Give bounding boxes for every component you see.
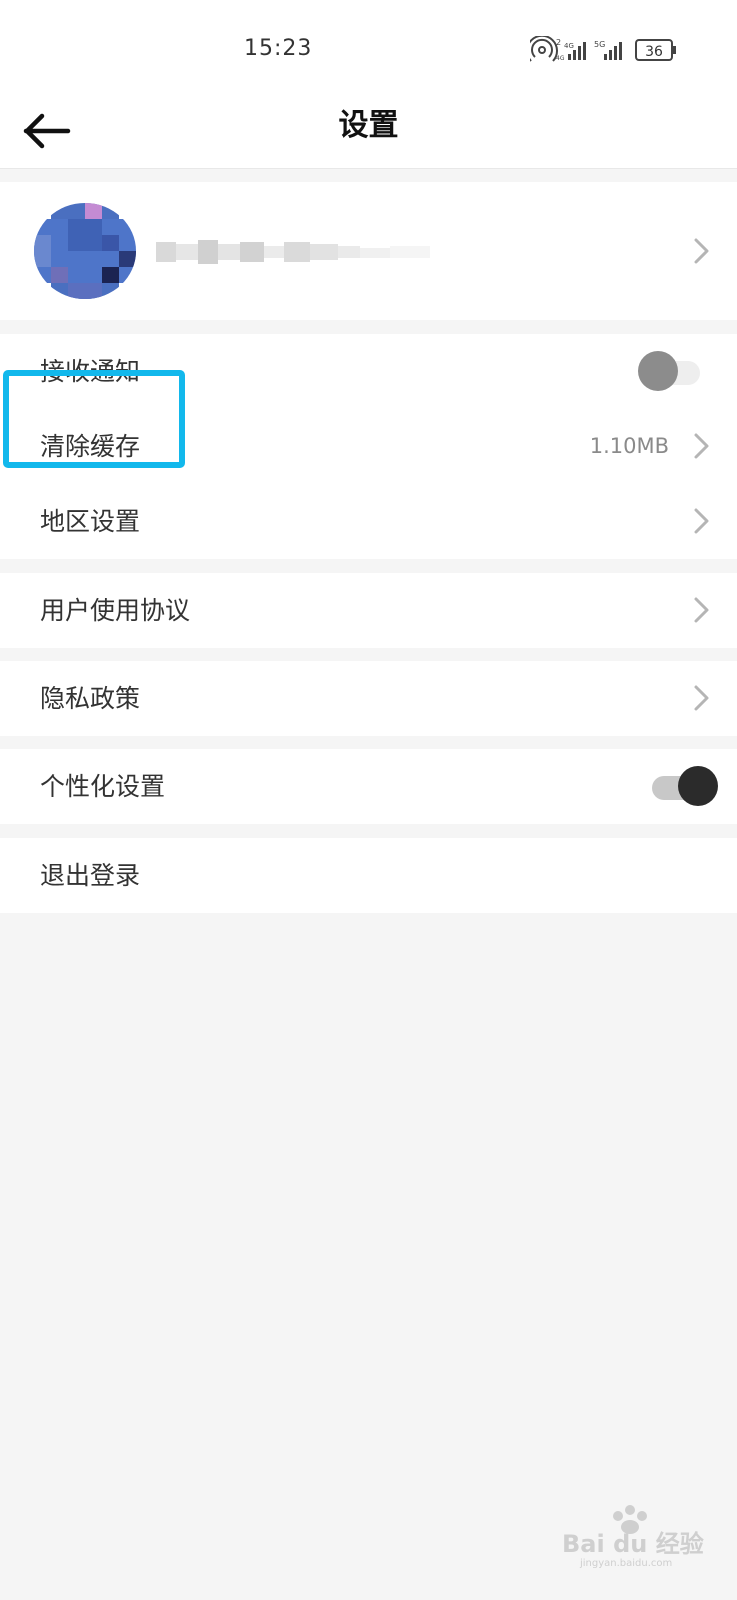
privacy-policy-row[interactable]: 隐私政策: [0, 661, 737, 736]
status-bar: 15:23 2 4G 4G 5G 36: [0, 0, 737, 96]
chevron-right-icon: [694, 238, 709, 264]
clear-cache-row[interactable]: 清除缓存 1.10MB: [0, 409, 737, 484]
user-agreement-label: 用户使用协议: [40, 596, 191, 625]
receive-notifications-toggle[interactable]: [632, 350, 706, 394]
personalization-row: 个性化设置: [0, 749, 737, 824]
personalization-label: 个性化设置: [40, 772, 166, 801]
sim2-network-label: 5G: [594, 40, 605, 49]
receive-notifications-label: 接收通知: [40, 357, 141, 386]
logout-label: 退出登录: [40, 861, 141, 890]
receive-notifications-row: 接收通知: [0, 334, 737, 409]
chevron-right-icon: [694, 685, 709, 711]
watermark-url: jingyan.baidu.com: [579, 1558, 672, 1569]
watermark-brand: Bai du 经验: [562, 1530, 704, 1558]
profile-card[interactable]: [0, 182, 737, 320]
settings-group-privacy: 隐私政策: [0, 661, 737, 736]
sim1-network-label: 2: [556, 38, 561, 47]
region-settings-row[interactable]: 地区设置: [0, 484, 737, 559]
settings-group-agreement: 用户使用协议: [0, 573, 737, 648]
chevron-right-icon: [694, 433, 709, 459]
sim1-network-label: 4G: [556, 55, 565, 62]
baidu-jingyan-watermark: Bai du 经验 jingyan.baidu.com: [562, 1505, 704, 1569]
page-title: 设置: [338, 108, 399, 143]
blurred-username: [156, 240, 430, 264]
signal-icon: [604, 42, 622, 60]
personalization-toggle[interactable]: [648, 765, 722, 809]
chevron-right-icon: [694, 508, 709, 534]
battery-level: 36: [645, 44, 663, 60]
sim1-network-label: 4G: [564, 42, 574, 50]
status-icons: 2 4G 4G 5G 36: [530, 36, 676, 62]
settings-group-logout: 退出登录: [0, 838, 737, 913]
hotspot-icon: [530, 36, 558, 62]
status-time: 15:23: [244, 36, 313, 61]
logout-row[interactable]: 退出登录: [0, 838, 737, 913]
chevron-right-icon: [694, 597, 709, 623]
cache-size-value: 1.10MB: [589, 434, 669, 458]
battery-icon: 36: [635, 39, 676, 61]
region-settings-label: 地区设置: [40, 507, 141, 536]
clear-cache-label: 清除缓存: [40, 432, 141, 461]
top-bar: 设置: [0, 96, 737, 169]
user-agreement-row[interactable]: 用户使用协议: [0, 573, 737, 648]
settings-group-general: 接收通知 清除缓存 1.10MB 地区设置: [0, 334, 737, 559]
avatar: [34, 203, 136, 299]
settings-group-personalization: 个性化设置: [0, 749, 737, 824]
privacy-policy-label: 隐私政策: [40, 684, 141, 713]
